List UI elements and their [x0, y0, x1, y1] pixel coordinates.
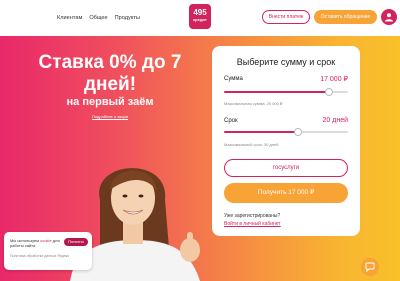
- registered-question: Уже зарегистрированы?: [224, 213, 281, 219]
- pay-button[interactable]: Внести платеж: [262, 10, 310, 24]
- amount-value: 17 000 ₽: [320, 76, 348, 83]
- amount-slider-handle[interactable]: [325, 88, 334, 96]
- user-icon[interactable]: [381, 9, 397, 25]
- login-link[interactable]: Войти в личный кабинет: [224, 221, 281, 227]
- nav-item-clients[interactable]: Клиентам: [57, 15, 82, 21]
- promo-details-link[interactable]: Подробнее о акции: [30, 114, 190, 119]
- amount-slider[interactable]: [224, 88, 348, 96]
- nav-item-products[interactable]: Продукты: [115, 15, 140, 21]
- term-slider[interactable]: [224, 128, 348, 136]
- logo-word: кредит: [193, 17, 207, 22]
- logo[interactable]: 495 кредит: [189, 4, 211, 29]
- main-nav: Клиентам Общее Продукты: [57, 15, 140, 21]
- nav-item-general[interactable]: Общее: [89, 15, 107, 21]
- get-loan-button[interactable]: Получить 17 000 ₽: [224, 183, 348, 203]
- amount-slider-fill: [224, 91, 330, 93]
- hero-subtitle: на первый заём: [66, 96, 154, 108]
- logo-number: 495: [193, 8, 207, 17]
- amount-hint: Максимальная сумма: 20 000 ₽: [224, 101, 283, 106]
- term-slider-handle[interactable]: [294, 128, 303, 136]
- cookie-footer: Политика обработки данных Яндекс: [10, 254, 70, 258]
- calculator-title: Выберите сумму и срок: [236, 57, 336, 67]
- cookie-accept-button[interactable]: Понятно: [64, 238, 88, 246]
- amount-label: Сумма: [224, 76, 243, 82]
- loan-calculator: Выберите сумму и срок Сумма 17 000 ₽ Мак…: [212, 46, 360, 236]
- chat-icon[interactable]: [361, 258, 379, 276]
- term-slider-fill: [224, 131, 299, 133]
- cookie-policy-link[interactable]: cookie: [40, 238, 52, 243]
- contact-button[interactable]: Оставить обращение: [314, 10, 377, 24]
- gosuslugi-button[interactable]: госуслуги: [224, 159, 348, 177]
- cookie-notice: Мы используем cookie для работы сайта По…: [4, 232, 92, 270]
- term-hint: Максимальный срок: 30 дней: [224, 142, 279, 147]
- term-label: Срок: [224, 118, 238, 124]
- term-value: 20 дней: [322, 117, 348, 124]
- cookie-text: Мы используем cookie для работы сайта: [10, 238, 62, 248]
- hero-title: Ставка 0% до 7 дней!: [38, 52, 182, 95]
- header: Клиентам Общее Продукты 495 кредит Внест…: [0, 0, 400, 36]
